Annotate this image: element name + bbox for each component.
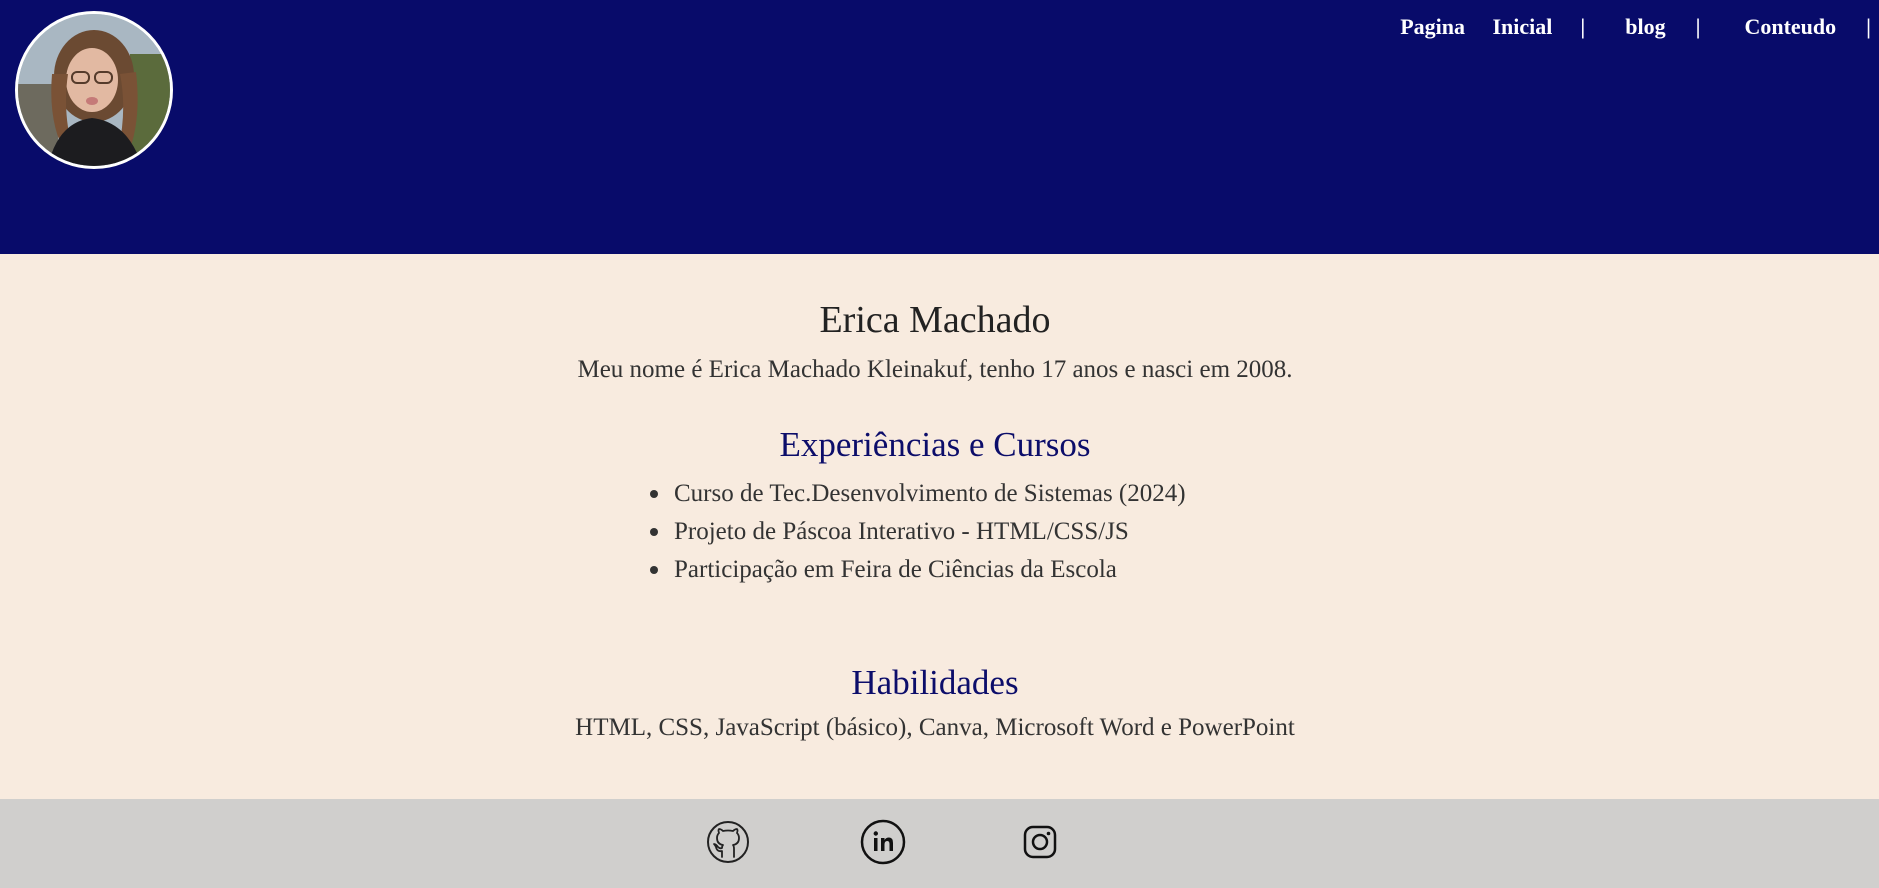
profile-avatar <box>15 11 173 169</box>
main-content: Erica Machado Meu nome é Erica Machado K… <box>0 254 1879 799</box>
experience-item: Participação em Feira de Ciências da Esc… <box>650 551 1186 589</box>
skills-text: HTML, CSS, JavaScript (básico), Canva, M… <box>575 714 1295 741</box>
nav-link-conteudo[interactable]: Conteudo <box>1744 14 1836 40</box>
experience-list: Curso de Tec.Desenvolvimento de Sistemas… <box>650 475 1186 589</box>
site-footer <box>0 799 1879 888</box>
experience-heading: Experiências e Cursos <box>779 425 1091 464</box>
skills-heading: Habilidades <box>851 663 1019 702</box>
nav-link-pagina-inicial[interactable]: Pagina Inicial <box>1400 14 1552 40</box>
nav-separator: | <box>1580 14 1586 39</box>
nav-separator: | <box>1695 14 1701 39</box>
experience-item-label: Curso de Tec.Desenvolvimento de Sistemas… <box>674 480 1186 507</box>
main-nav: Pagina Inicial | blog | Conteudo | <box>1400 14 1871 40</box>
bullet-icon <box>650 566 658 574</box>
experience-item: Projeto de Páscoa Interativo - HTML/CSS/… <box>650 513 1186 551</box>
experience-item: Curso de Tec.Desenvolvimento de Sistemas… <box>650 475 1186 513</box>
site-header: Pagina Inicial | blog | Conteudo | <box>0 0 1879 254</box>
profile-name: Erica Machado <box>819 299 1051 341</box>
experience-item-label: Projeto de Páscoa Interativo - HTML/CSS/… <box>674 518 1129 545</box>
nav-separator: | <box>1866 14 1871 39</box>
bullet-icon <box>650 490 658 498</box>
linkedin-icon[interactable] <box>860 819 906 865</box>
instagram-icon[interactable] <box>1017 819 1063 865</box>
bullet-icon <box>650 528 658 536</box>
experience-item-label: Participação em Feira de Ciências da Esc… <box>674 556 1117 583</box>
profile-intro: Meu nome é Erica Machado Kleinakuf, tenh… <box>577 356 1293 383</box>
github-icon[interactable] <box>705 819 751 865</box>
nav-link-blog[interactable]: blog <box>1625 14 1665 40</box>
avatar-photo <box>18 14 170 166</box>
